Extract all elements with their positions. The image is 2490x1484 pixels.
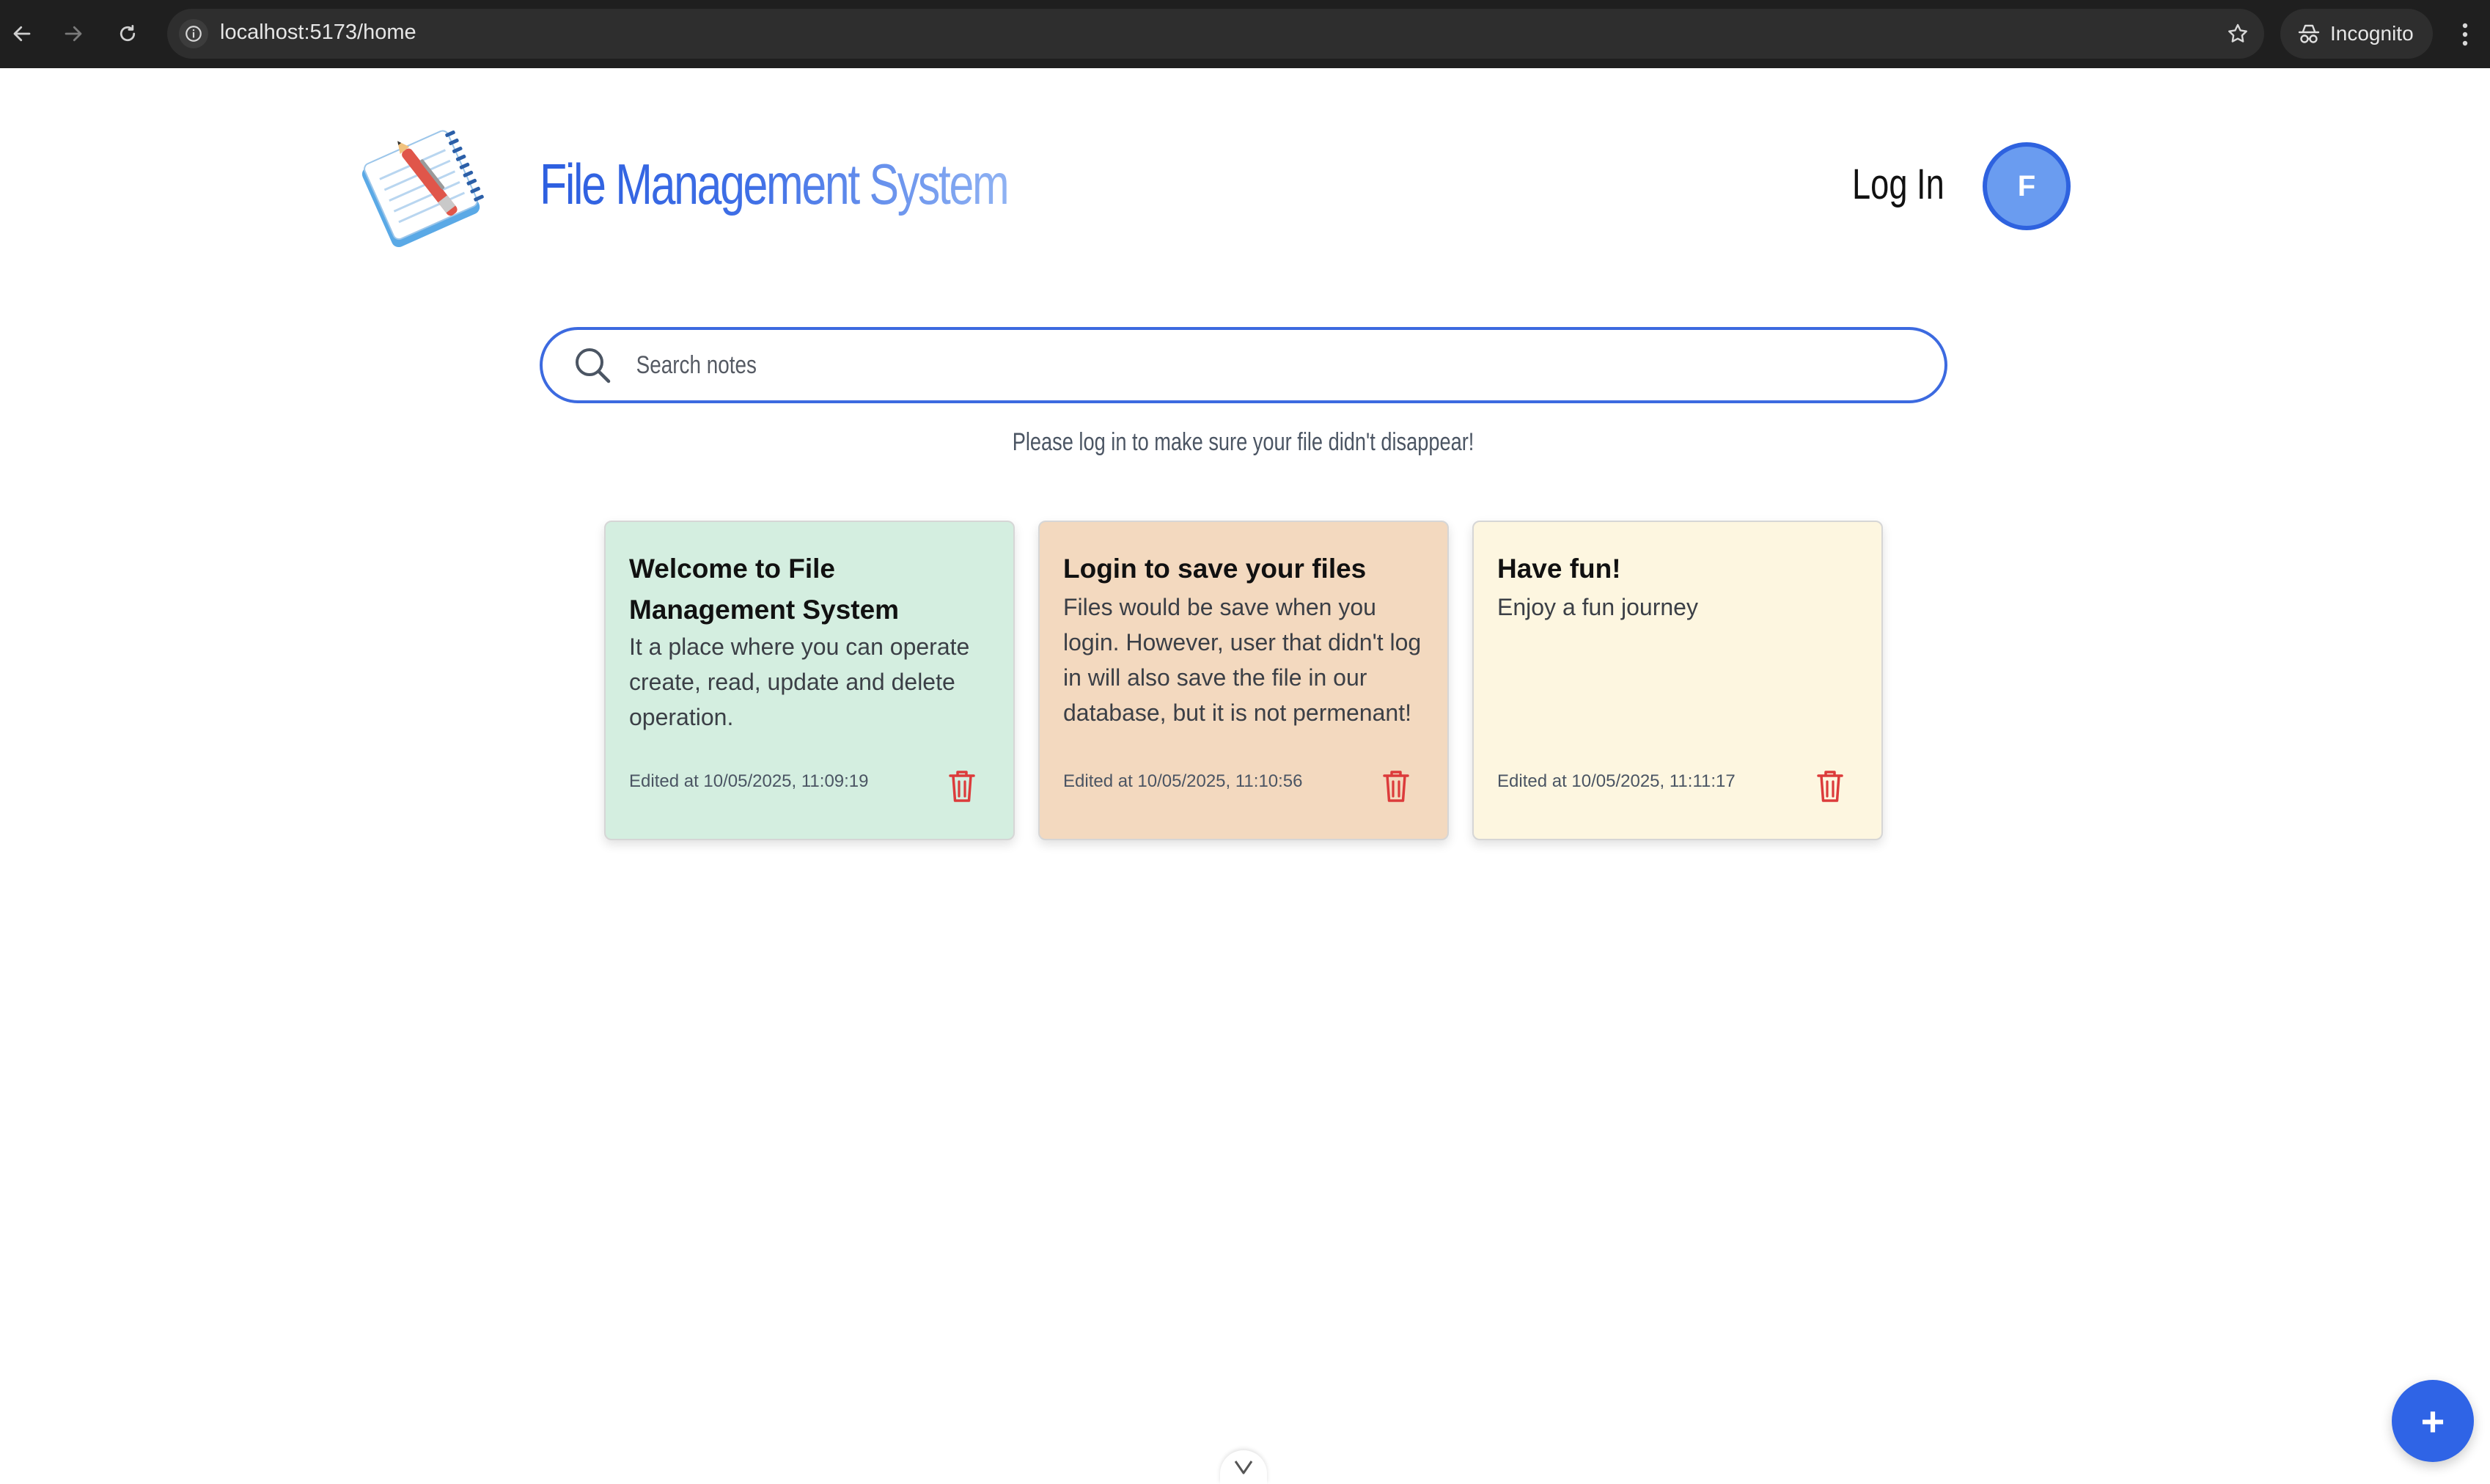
- incognito-indicator[interactable]: Incognito: [2280, 9, 2433, 59]
- address-bar[interactable]: localhost:5173/home: [167, 9, 2264, 59]
- note-card[interactable]: Welcome to File Management System It a p…: [604, 521, 1015, 840]
- site-info-icon[interactable]: [179, 19, 208, 48]
- login-hint-text: Please log in to make sure your file did…: [1013, 428, 1474, 456]
- incognito-label: Incognito: [2330, 22, 2414, 45]
- note-title: Have fun!: [1497, 554, 1621, 584]
- devtools-toggle[interactable]: [1220, 1450, 1267, 1484]
- chevron-down-icon: [1234, 1461, 1253, 1474]
- browser-toolbar: localhost:5173/home Incognito: [0, 0, 2490, 68]
- avatar-initial: F: [2017, 169, 2036, 202]
- search-bar[interactable]: [540, 327, 1947, 403]
- trash-icon[interactable]: [947, 768, 977, 804]
- note-card[interactable]: Login to save your files Files would be …: [1038, 521, 1449, 840]
- trash-icon[interactable]: [1381, 768, 1411, 804]
- back-icon[interactable]: [6, 18, 38, 50]
- note-edited-date: Edited at 10/05/2025, 11:10:56: [1063, 771, 1303, 791]
- note-title: Welcome to File Management System: [629, 554, 900, 625]
- note-edited-date: Edited at 10/05/2025, 11:11:17: [1497, 771, 1736, 791]
- note-body: Files would be save when you login. Howe…: [1063, 594, 1422, 726]
- bookmark-star-icon[interactable]: [2219, 15, 2257, 53]
- forward-icon[interactable]: [57, 18, 89, 50]
- note-card[interactable]: Have fun! Enjoy a fun journey Edited at …: [1472, 521, 1883, 840]
- reload-icon[interactable]: [111, 18, 144, 50]
- note-edited-date: Edited at 10/05/2025, 11:09:19: [629, 771, 869, 791]
- app-title: File Management System: [540, 152, 1010, 216]
- incognito-icon: [2298, 24, 2320, 43]
- search-icon: [576, 348, 611, 383]
- trash-icon[interactable]: [1815, 768, 1845, 804]
- url-text[interactable]: localhost:5173/home: [220, 21, 416, 45]
- note-body: It a place where you can operate create,…: [629, 633, 970, 730]
- add-note-button[interactable]: +: [2392, 1380, 2474, 1462]
- notepad-with-pen-icon: [361, 130, 484, 248]
- avatar[interactable]: F: [1983, 142, 2071, 230]
- kebab-menu-icon[interactable]: [2450, 16, 2480, 53]
- note-title: Login to save your files: [1063, 554, 1367, 584]
- search-input[interactable]: [635, 343, 1681, 387]
- login-link[interactable]: Log In: [1852, 160, 1944, 209]
- note-body: Enjoy a fun journey: [1497, 594, 1698, 620]
- login-hint: Please log in to make sure your file did…: [0, 428, 2487, 457]
